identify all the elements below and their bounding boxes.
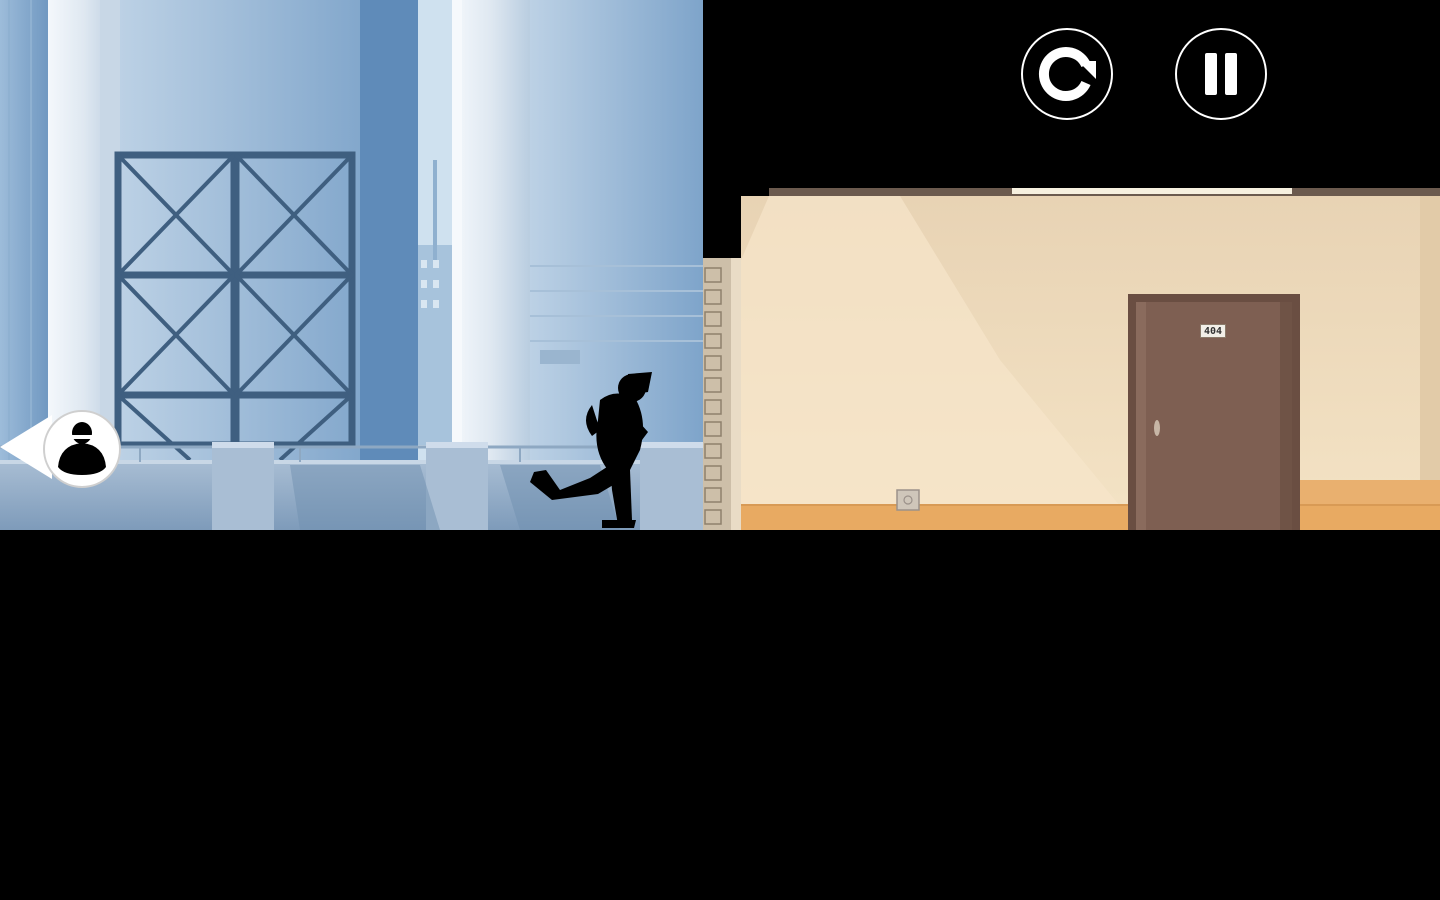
chaser-indicator bbox=[0, 405, 126, 491]
ground-shadow bbox=[0, 530, 1440, 900]
restart-icon bbox=[1039, 47, 1096, 101]
pause-icon bbox=[1205, 53, 1237, 95]
door-number-sign: 404 bbox=[1200, 324, 1226, 338]
pause-button[interactable] bbox=[1175, 28, 1267, 120]
game-scene bbox=[0, 0, 1440, 900]
restart-button[interactable] bbox=[1021, 28, 1113, 120]
game-screen[interactable]: 404 bbox=[0, 0, 1440, 900]
